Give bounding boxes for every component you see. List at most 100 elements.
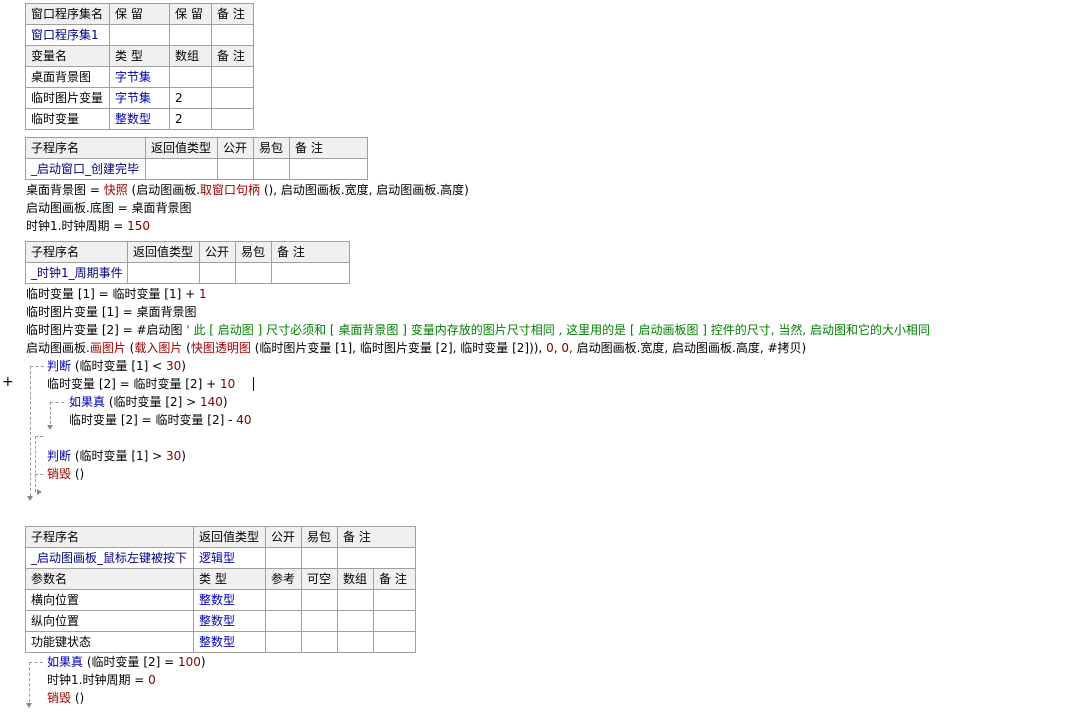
variable-header-row: 变量名 类 型 数组 备 注 <box>25 45 254 67</box>
assembly-name-cell[interactable]: 窗口程序集1 <box>25 24 110 46</box>
cell[interactable] <box>265 589 302 611</box>
expand-plus-icon[interactable]: + <box>2 375 14 389</box>
subroutine-row[interactable]: _时钟1_周期事件 <box>25 262 350 284</box>
variable-row[interactable]: 临时变量 整数型 2 <box>25 108 254 130</box>
code-text: (启动图画板. <box>127 183 201 197</box>
cell[interactable] <box>265 610 302 632</box>
variable-type-cell[interactable]: 整数型 <box>109 108 170 130</box>
return-type-cell[interactable]: 逻辑型 <box>193 547 266 569</box>
cell[interactable] <box>372 610 417 632</box>
code-text: () <box>71 691 85 705</box>
header-cell: 数组 <box>337 568 374 590</box>
subroutine-name-cell[interactable]: _时钟1_周期事件 <box>25 262 128 284</box>
flow-line <box>50 402 64 403</box>
cell[interactable] <box>336 547 417 569</box>
code-line-active[interactable]: 临时变量 [2] = 临时变量 [2] + 10 <box>47 375 235 393</box>
variable-array-cell[interactable] <box>169 66 212 88</box>
cell[interactable] <box>301 589 338 611</box>
cell[interactable] <box>372 589 417 611</box>
header-cell: 数组 <box>169 45 212 67</box>
code-line[interactable]: 临时图片变量 [1] = 桌面背景图 <box>26 303 197 321</box>
header-cell: 易包 <box>253 137 290 159</box>
variable-row[interactable]: 临时图片变量 字节集 2 <box>25 87 254 109</box>
cell[interactable] <box>265 631 302 653</box>
param-row[interactable]: 功能键状态 整数型 <box>25 631 417 653</box>
variable-array-cell[interactable]: 2 <box>169 87 212 109</box>
subroutine-name-cell[interactable]: _启动窗口_创建完毕 <box>25 158 146 180</box>
code-line[interactable]: 临时图片变量 [2] = #启动图 ' 此 [ 启动图 ] 尺寸必须和 [ 桌面… <box>26 321 930 339</box>
header-cell: 备 注 <box>289 137 368 159</box>
code-line[interactable]: 启动图画板.底图 = 桌面背景图 <box>26 199 192 217</box>
variable-name-cell[interactable]: 临时变量 <box>25 108 110 130</box>
cell[interactable] <box>211 24 254 46</box>
code-line[interactable]: 启动图画板.画图片 (载入图片 (快图透明图 (临时图片变量 [1], 临时图片… <box>26 339 806 357</box>
variable-array-cell[interactable]: 2 <box>169 108 212 130</box>
assembly-table: 窗口程序集名 保 留 保 留 备 注 窗口程序集1 变量名 类 型 数组 备 注… <box>25 3 254 130</box>
header-cell: 公开 <box>199 241 236 263</box>
code-line[interactable]: 如果真 (临时变量 [2] = 100) <box>47 653 206 671</box>
cell[interactable] <box>289 158 368 180</box>
code-line[interactable]: 判断 (临时变量 [1] < 30) <box>47 357 186 375</box>
code-line[interactable]: 桌面背景图 = 快照 (启动图画板.取窗口句柄 (), 启动图画板.宽度, 启动… <box>26 181 469 199</box>
code-line[interactable]: 销毁 () <box>47 689 84 707</box>
cell[interactable] <box>372 631 417 653</box>
cell[interactable] <box>271 262 350 284</box>
cell[interactable] <box>265 547 302 569</box>
cell[interactable] <box>169 24 212 46</box>
cell[interactable] <box>199 262 236 284</box>
code-text: 时钟1.时钟周期 = <box>26 219 128 233</box>
cell[interactable] <box>301 610 338 632</box>
assembly-row[interactable]: 窗口程序集1 <box>25 24 254 46</box>
cell[interactable] <box>337 631 374 653</box>
code-line[interactable]: 判断 (临时变量 [1] > 30) <box>47 447 186 465</box>
variable-note-cell[interactable] <box>211 87 254 109</box>
param-type-cell[interactable]: 整数型 <box>193 610 266 632</box>
param-type-cell[interactable]: 整数型 <box>193 589 266 611</box>
param-type-cell[interactable]: 整数型 <box>193 631 266 653</box>
variable-type-cell[interactable]: 字节集 <box>109 66 170 88</box>
variable-name-cell[interactable]: 临时图片变量 <box>25 87 110 109</box>
cell[interactable] <box>145 158 218 180</box>
subroutine-name-cell[interactable]: _启动图画板_鼠标左键被按下 <box>25 547 194 569</box>
param-row[interactable]: 纵向位置 整数型 <box>25 610 417 632</box>
variable-row[interactable]: 桌面背景图 字节集 <box>25 66 254 88</box>
text-caret <box>253 377 254 391</box>
code-line[interactable]: 销毁 () <box>47 465 84 483</box>
cell[interactable] <box>127 262 200 284</box>
cell[interactable] <box>253 158 290 180</box>
flow-line <box>30 366 31 496</box>
code-text: 时钟1.时钟周期 = <box>47 673 149 687</box>
code-text: ) <box>222 395 228 409</box>
code-line[interactable]: 如果真 (临时变量 [2] > 140) <box>69 393 228 411</box>
cell[interactable] <box>217 158 254 180</box>
code-comment: ' 此 [ 启动图 ] 尺寸必须和 [ 桌面背景图 ] 变量内存放的图片尺寸相同… <box>186 323 931 337</box>
code-line[interactable]: 时钟1.时钟周期 = 150 <box>26 217 150 235</box>
flow-line <box>30 366 44 367</box>
variable-name-cell[interactable]: 桌面背景图 <box>25 66 110 88</box>
cell[interactable] <box>337 589 374 611</box>
number-literal: 30 <box>166 359 182 373</box>
code-text: (), 启动图画板.宽度, 启动图画板.高度) <box>260 183 469 197</box>
param-row[interactable]: 横向位置 整数型 <box>25 589 417 611</box>
code-line[interactable]: 临时变量 [2] = 临时变量 [2] - 40 <box>69 411 252 429</box>
cell[interactable] <box>301 631 338 653</box>
subroutine-row[interactable]: _启动图画板_鼠标左键被按下 逻辑型 <box>25 547 417 569</box>
cell[interactable] <box>235 262 272 284</box>
code-line[interactable]: 临时变量 [1] = 临时变量 [1] + 1 <box>26 285 207 303</box>
param-name-cell[interactable]: 纵向位置 <box>25 610 194 632</box>
param-name-cell[interactable]: 功能键状态 <box>25 631 194 653</box>
keyword: 如果真 <box>47 655 84 669</box>
code-line[interactable]: 时钟1.时钟周期 = 0 <box>47 671 156 689</box>
param-name-cell[interactable]: 横向位置 <box>25 589 194 611</box>
cell[interactable] <box>109 24 170 46</box>
flow-arrow-icon <box>47 425 53 430</box>
header-cell: 可空 <box>301 568 338 590</box>
variable-note-cell[interactable] <box>211 66 254 88</box>
subroutine-row[interactable]: _启动窗口_创建完毕 <box>25 158 368 180</box>
cell[interactable] <box>301 547 338 569</box>
cell[interactable] <box>337 610 374 632</box>
header-cell: 子程序名 <box>25 526 194 548</box>
variable-type-cell[interactable]: 字节集 <box>109 87 170 109</box>
flow-line <box>35 436 43 437</box>
variable-note-cell[interactable] <box>211 108 254 130</box>
